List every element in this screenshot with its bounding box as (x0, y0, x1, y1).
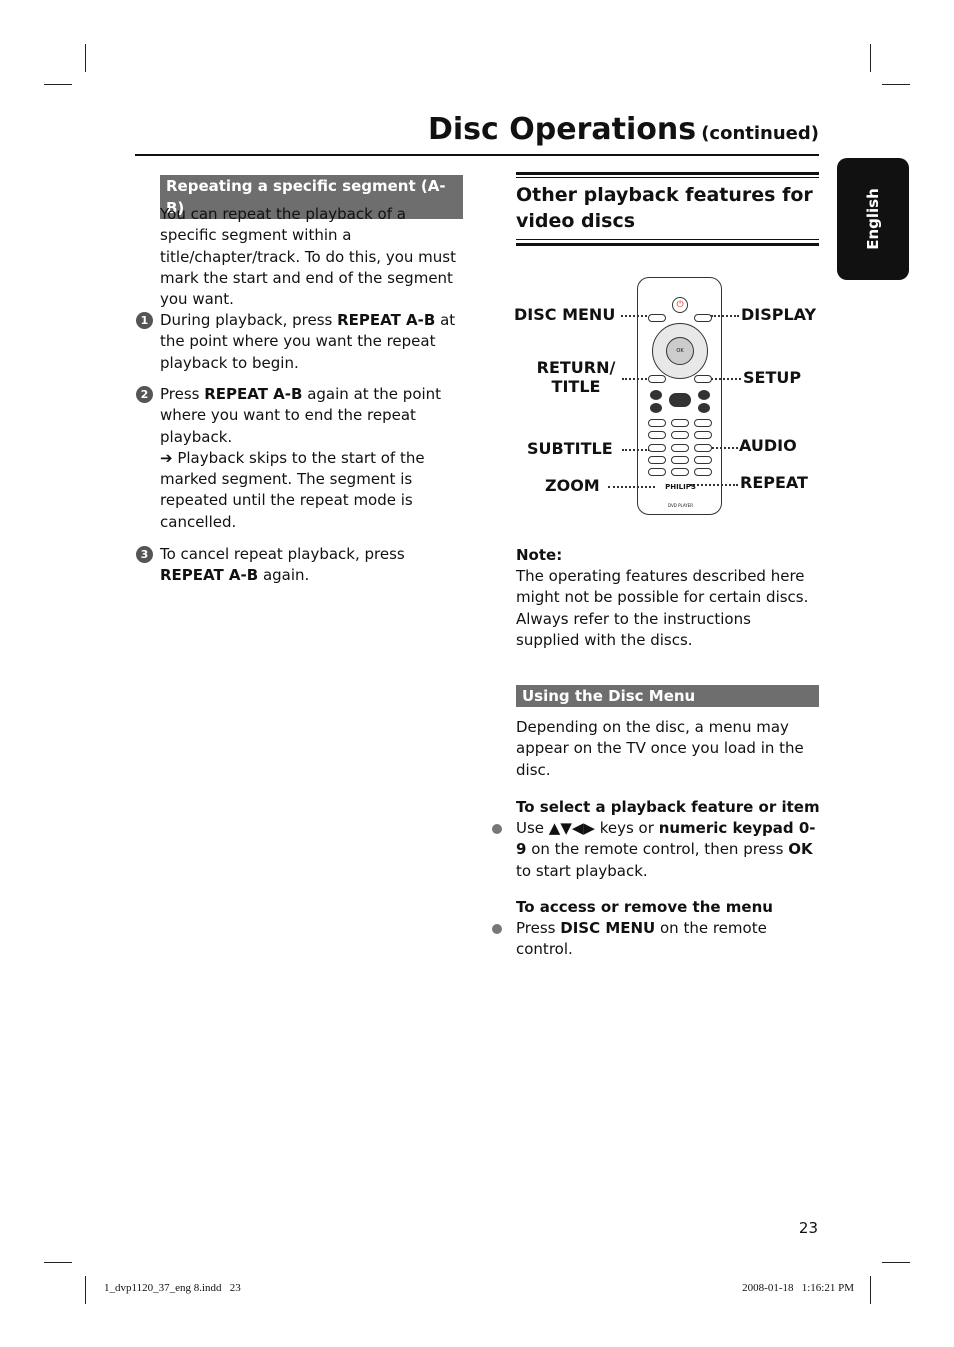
key-4 (648, 431, 666, 439)
model-label: DVD PLAYER (667, 503, 693, 508)
subheading-access-menu: To access or remove the menu (516, 898, 773, 916)
label-zoom: ZOOM (545, 476, 600, 495)
step-text: Press (160, 385, 205, 403)
crop-mark (85, 1276, 86, 1304)
bullet-icon (492, 924, 502, 934)
key-3 (694, 419, 712, 427)
zoom-key (648, 468, 666, 476)
page-title: Disc Operations (continued) (428, 112, 819, 147)
crop-mark (85, 44, 86, 72)
return-key (648, 375, 666, 383)
key-9 (694, 444, 712, 452)
remote-control-illustration: ⏻ OK PHILIPS DVD PLAYER (637, 277, 722, 515)
step-key: REPEAT A-B (204, 385, 303, 403)
bullet-icon (492, 824, 502, 834)
power-icon: ⏻ (672, 297, 688, 313)
continued-text: (continued) (701, 123, 819, 144)
play-pause-key (669, 393, 691, 407)
ok-key-text: OK (788, 840, 813, 859)
step-result: ➔ Playback skips to the start of the mar… (160, 448, 425, 531)
key-1 (648, 419, 666, 427)
note-text: The operating features described here mi… (516, 567, 809, 649)
text: Use (516, 819, 549, 837)
crop-mark (44, 84, 72, 85)
label-return: RETURN/ (536, 358, 616, 377)
section-heading-disc-menu: Using the Disc Menu (516, 685, 819, 707)
label-audio: AUDIO (739, 436, 797, 455)
title-text: Disc Operations (428, 112, 697, 147)
text: Press (516, 919, 561, 937)
label-display: DISPLAY (741, 305, 817, 324)
key-5 (671, 431, 689, 439)
label-title: TITLE (551, 377, 601, 396)
section-heading-playback-features: Other playback features for video discs (516, 184, 813, 232)
step-3: To cancel repeat playback, press REPEAT … (160, 544, 450, 587)
step-number-icon: 2 (136, 386, 153, 403)
arrow-keys: ▲▼◀▶ (548, 819, 595, 837)
next-key (698, 390, 710, 400)
key-2 (671, 419, 689, 427)
access-menu-text: Press DISC MENU on the remote control. (516, 918, 806, 961)
crop-mark (870, 44, 871, 72)
disc-menu-key-text: DISC MENU (560, 919, 656, 937)
step-1: During playback, press REPEAT A-B at the… (160, 310, 465, 374)
footer-timestamp: 2008-01-18 1:16:21 PM (742, 1282, 854, 1294)
subtitle-key (648, 456, 666, 464)
language-tab: English (837, 158, 909, 280)
rule (516, 239, 819, 240)
text: keys or (594, 819, 659, 837)
footer-file: 1_dvp1120_37_eng 8.indd 23 (104, 1282, 241, 1294)
text: on the remote control, then press (526, 840, 789, 859)
crop-mark (882, 1262, 910, 1263)
document-page: Disc Operations (continued) English Repe… (0, 0, 954, 1347)
rule (516, 177, 819, 178)
label-disc-menu: DISC MENU (514, 305, 616, 324)
intro-paragraph: You can repeat the playback of a specifi… (160, 205, 456, 309)
note-title: Note: (516, 546, 563, 564)
page-number: 23 (798, 1219, 818, 1237)
nav-pad: OK (652, 323, 708, 379)
step-number-icon: 1 (136, 312, 153, 329)
disc-menu-intro: Depending on the disc, a menu may appear… (516, 718, 804, 779)
key-6 (694, 431, 712, 439)
brand-logo: PHILIPS (665, 483, 696, 491)
crop-mark (870, 1276, 871, 1304)
display-key (694, 314, 712, 322)
label-subtitle: SUBTITLE (527, 439, 613, 458)
step-number-icon: 3 (136, 546, 153, 563)
step-text: again. (258, 566, 310, 585)
repeat-key (671, 468, 689, 476)
key-8 (671, 444, 689, 452)
step-text: To cancel repeat playback, press (160, 545, 405, 563)
label-repeat: REPEAT (740, 473, 808, 492)
label-return-title: RETURN/TITLE (530, 358, 622, 396)
audio-key (694, 456, 712, 464)
step-key: REPEAT A-B (160, 566, 259, 585)
step-key: REPEAT A-B (337, 311, 436, 329)
step-text: During playback, press (160, 311, 338, 329)
mute-key (698, 403, 710, 413)
disc-menu-key (648, 314, 666, 322)
text: to start playback. (516, 861, 648, 880)
stop-key (650, 403, 662, 413)
language-tab-label: English (864, 188, 882, 250)
label-setup: SETUP (743, 368, 802, 387)
rule (516, 243, 819, 246)
ok-key: OK (666, 337, 694, 365)
rule (516, 172, 819, 175)
step-2: Press REPEAT A-B again at the point wher… (160, 384, 460, 533)
key-0 (671, 456, 689, 464)
crop-mark (44, 1262, 72, 1263)
setup-key (694, 375, 712, 383)
key-7 (648, 444, 666, 452)
select-feature-text: Use ▲▼◀▶ keys or numeric keypad 0-9 on t… (516, 818, 819, 882)
repeat-ab-key (694, 468, 712, 476)
header-rule (135, 154, 819, 156)
prev-key (650, 390, 662, 400)
subheading-select-feature: To select a playback feature or item (516, 798, 820, 816)
crop-mark (882, 84, 910, 85)
